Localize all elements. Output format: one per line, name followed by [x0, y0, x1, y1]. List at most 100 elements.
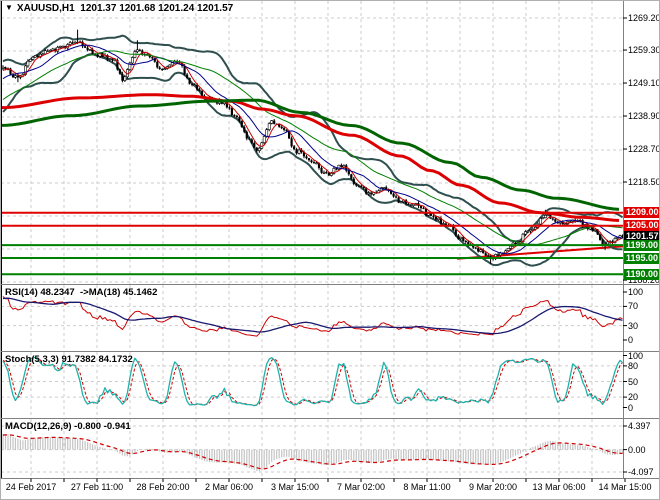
candle-body [246, 132, 248, 139]
candle-body [485, 253, 487, 255]
candle-body [253, 143, 255, 148]
candle-body [607, 242, 609, 244]
candle-body [368, 193, 370, 194]
candle-body [256, 148, 258, 151]
candle-body [251, 139, 253, 142]
candle-body [432, 216, 434, 217]
candle-body [131, 58, 133, 64]
candle-body [507, 248, 509, 250]
candle-body [460, 237, 462, 239]
candle-body [186, 75, 188, 78]
candle-body [283, 128, 285, 130]
candle-body [552, 219, 554, 220]
candle-body [313, 162, 315, 163]
candle-body [69, 43, 71, 45]
candle-body [400, 202, 402, 203]
candle-body [542, 218, 544, 219]
candle-body [139, 50, 141, 51]
candle-body [412, 204, 414, 205]
candle-body [156, 62, 158, 68]
candle-body [151, 57, 153, 58]
candle-body [44, 51, 46, 54]
candle-body [278, 124, 280, 126]
candle-body [121, 74, 123, 81]
candle-body [189, 78, 191, 84]
candle-body [616, 238, 618, 239]
candle-body [457, 236, 459, 239]
candle-body [258, 148, 260, 151]
candle-body [487, 255, 489, 256]
candle-body [96, 55, 98, 57]
candle-body [236, 116, 238, 117]
macd-histogram [3, 434, 623, 471]
candle-body [544, 215, 546, 217]
candle-body [355, 184, 357, 186]
candle-body [360, 186, 362, 187]
chart-canvas[interactable] [1, 1, 660, 500]
macd-panel [1, 419, 623, 479]
candle-body [529, 230, 531, 231]
candle-body [34, 56, 36, 58]
candle-body [320, 168, 322, 173]
candle-body [52, 49, 54, 50]
candle-body [547, 215, 549, 216]
candle-body [266, 130, 268, 137]
candle-body [111, 59, 113, 61]
candle-body [395, 196, 397, 197]
candle-body [393, 194, 395, 197]
candle-body [27, 61, 29, 66]
candle-body [32, 57, 34, 59]
candle-body [109, 59, 111, 60]
candle-body [136, 50, 138, 52]
candle-body [248, 139, 250, 140]
candle-body [84, 46, 86, 47]
candle-body [228, 107, 230, 108]
candle-body [159, 68, 161, 70]
candle-body [47, 51, 49, 52]
candle-body [308, 158, 310, 160]
candle-body [169, 65, 171, 67]
candle-body [4, 67, 6, 69]
main-chart-panel [1, 1, 626, 285]
candle-body [365, 188, 367, 194]
candle-body [532, 229, 534, 230]
candle-body [268, 124, 270, 130]
candle-body [37, 56, 39, 58]
candle-body [310, 160, 312, 162]
candle-body [340, 165, 342, 167]
candle-body [87, 48, 89, 50]
candle-body [59, 46, 61, 47]
axis-layer [1, 1, 660, 482]
candle-body [602, 240, 604, 245]
candle-body [455, 230, 457, 235]
candle-body [293, 146, 295, 149]
candle-body [124, 77, 126, 81]
candle-body [243, 127, 245, 132]
candle-body [263, 136, 265, 142]
candle-body [119, 69, 121, 73]
candle-body [323, 172, 325, 173]
candle-body [238, 117, 240, 121]
candle-body [435, 217, 437, 220]
candle-body [296, 149, 298, 153]
candle-body [29, 59, 31, 61]
candle-body [465, 241, 467, 242]
candle-body [74, 42, 76, 43]
candle-body [407, 204, 409, 205]
candle-body [370, 193, 372, 195]
candle-body [72, 43, 74, 44]
candle-body [442, 224, 444, 225]
candle-body [171, 63, 173, 65]
candle-body [62, 46, 64, 47]
candle-body [291, 138, 293, 146]
candle-body [383, 187, 385, 188]
candle-body [422, 208, 424, 209]
candle-body [554, 219, 556, 221]
candle-body [477, 248, 479, 251]
candle-body [348, 171, 350, 175]
candle-body [201, 91, 203, 96]
candle-body [599, 234, 601, 240]
candle-body [89, 50, 91, 51]
candle-body [420, 206, 422, 208]
candle-body [437, 218, 439, 220]
